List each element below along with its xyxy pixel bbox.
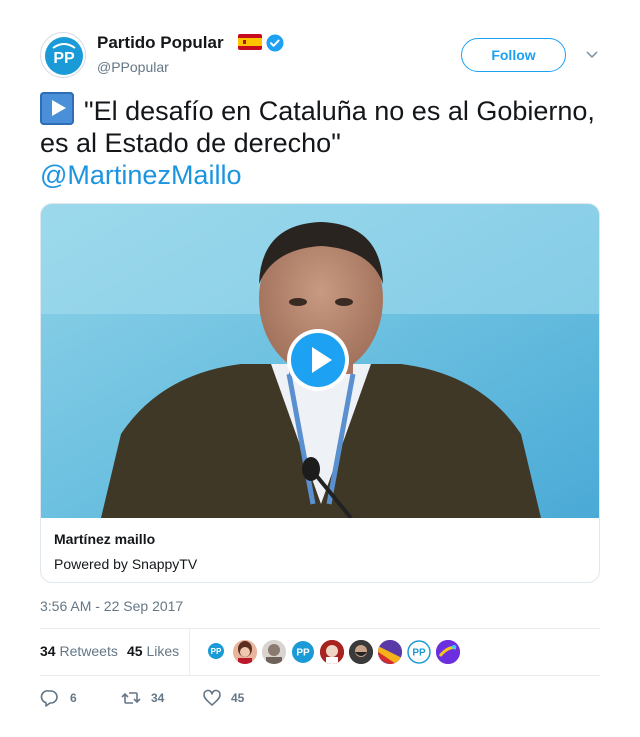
- liker-avatar[interactable]: [262, 640, 286, 664]
- video-card[interactable]: [40, 203, 600, 583]
- card-title[interactable]: Martínez maillo: [54, 531, 155, 547]
- liker-avatar[interactable]: PP: [204, 640, 228, 664]
- retweets-count: 34: [40, 643, 56, 659]
- like-count: 45: [231, 691, 245, 705]
- liker-avatar[interactable]: PP: [407, 640, 431, 664]
- svg-text:PP: PP: [296, 648, 310, 659]
- like-button[interactable]: 45: [202, 688, 262, 708]
- play-button-icon[interactable]: [286, 328, 350, 392]
- liker-avatar[interactable]: [349, 640, 373, 664]
- divider: [40, 675, 600, 676]
- author-avatar[interactable]: PP: [40, 32, 86, 78]
- verified-badge-icon: [266, 34, 284, 52]
- retweet-count: 34: [151, 691, 165, 705]
- likes-label: Likes: [146, 643, 180, 659]
- tweet-timestamp[interactable]: 3:56 AM - 22 Sep 2017: [40, 598, 183, 614]
- reply-count: 6: [70, 691, 77, 705]
- chevron-down-icon[interactable]: [585, 50, 599, 60]
- tweet-text: "El desafío en Cataluña no es al Gobiern…: [40, 92, 600, 191]
- stats-separator: [189, 629, 190, 675]
- follow-button[interactable]: Follow: [461, 38, 566, 72]
- svg-text:PP: PP: [53, 50, 75, 67]
- liker-avatar[interactable]: [378, 640, 402, 664]
- heart-icon: [203, 689, 221, 706]
- retweet-icon: [121, 692, 141, 704]
- play-button-emoji-icon: [40, 92, 74, 125]
- likes-count: 45: [127, 643, 143, 659]
- pp-logo-icon: PP: [45, 37, 83, 75]
- author-display-name[interactable]: Partido Popular: [97, 33, 224, 53]
- retweets-label: Retweets: [59, 643, 118, 659]
- tweet-body: "El desafío en Cataluña no es al Gobiern…: [40, 96, 595, 158]
- mention-link[interactable]: @MartinezMaillo: [40, 160, 241, 190]
- svg-text:PP: PP: [412, 648, 426, 659]
- svg-text:PP: PP: [211, 647, 222, 656]
- retweets-stat[interactable]: 34 Retweets: [40, 643, 118, 659]
- reply-icon: [40, 690, 58, 707]
- retweet-button[interactable]: 34: [121, 688, 181, 708]
- divider: [40, 628, 600, 629]
- liker-avatar[interactable]: [320, 640, 344, 664]
- spain-flag-icon: [238, 34, 262, 50]
- liker-avatar[interactable]: PP: [291, 640, 315, 664]
- liker-avatar[interactable]: [233, 640, 257, 664]
- reply-button[interactable]: 6: [40, 688, 90, 708]
- likes-stat[interactable]: 45 Likes: [127, 643, 179, 659]
- liker-avatar[interactable]: [436, 640, 460, 664]
- card-subtitle: Powered by SnappyTV: [54, 556, 198, 572]
- author-handle[interactable]: @PPopular: [97, 59, 169, 75]
